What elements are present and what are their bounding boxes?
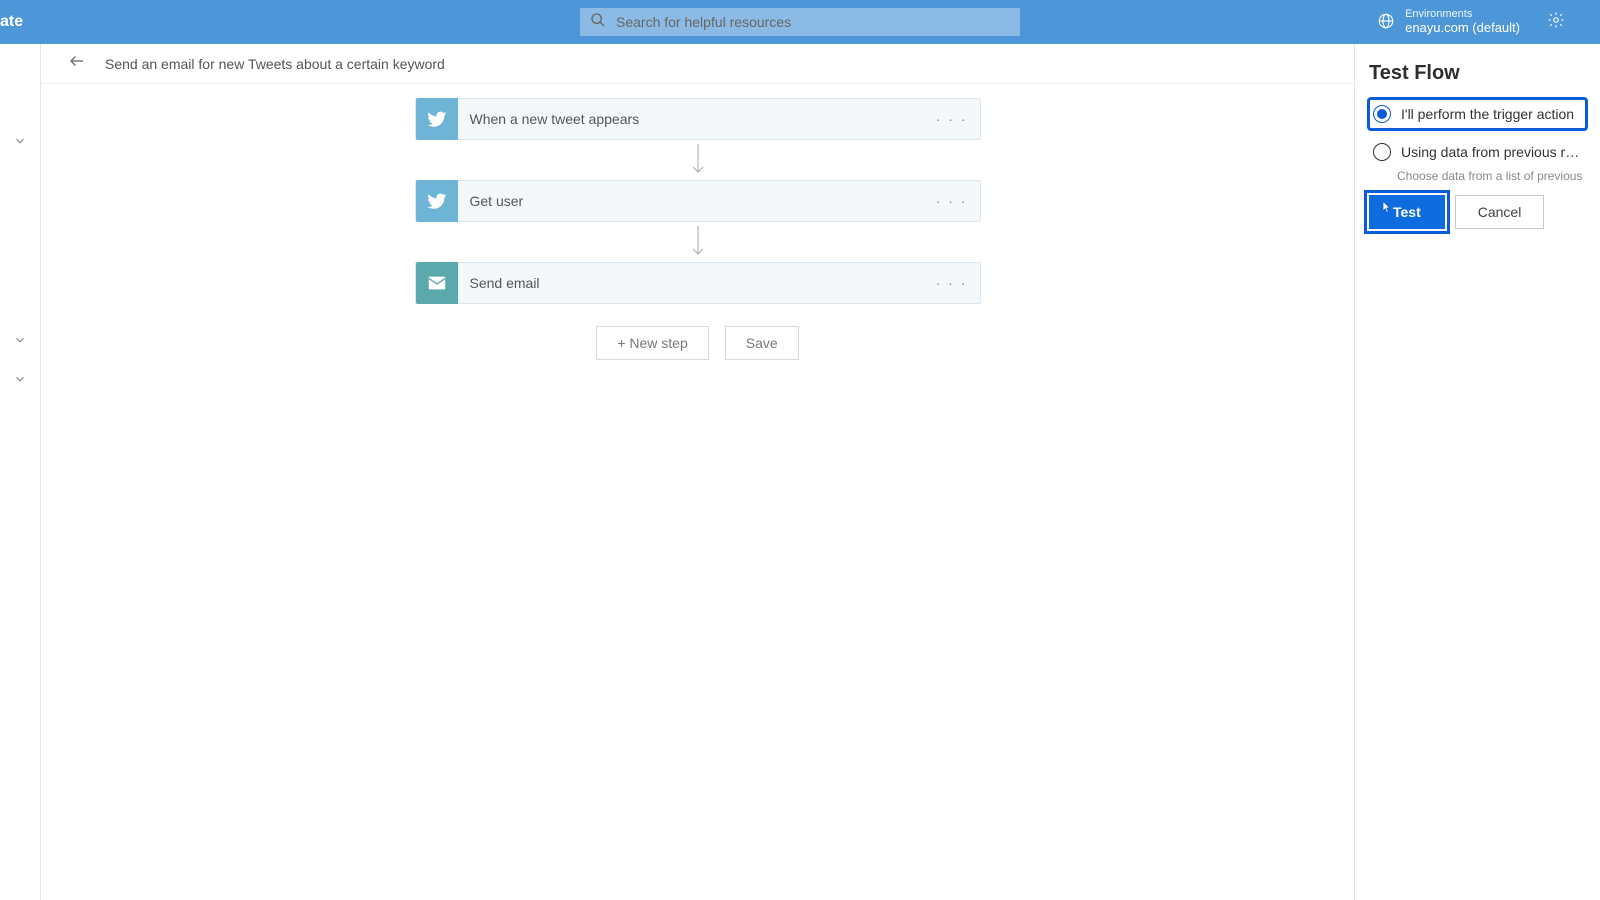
new-step-button[interactable]: + New step	[596, 326, 708, 360]
step-menu-button[interactable]: · · ·	[936, 263, 968, 303]
step-menu-button[interactable]: · · ·	[936, 99, 968, 139]
radio-previous-runs[interactable]: Using data from previous runs	[1369, 137, 1586, 167]
panel-actions: Test Cancel	[1369, 195, 1586, 229]
step-title: Get user	[470, 193, 524, 209]
cancel-button[interactable]: Cancel	[1455, 195, 1545, 229]
step-get-user[interactable]: Get user · · ·	[415, 180, 981, 222]
back-button[interactable]	[65, 52, 89, 76]
step-trigger[interactable]: When a new tweet appears · · ·	[415, 98, 981, 140]
left-nav-rail	[0, 44, 41, 900]
ellipsis-icon: · · ·	[936, 193, 968, 209]
twitter-icon	[416, 180, 458, 222]
chevron-down-icon	[13, 373, 27, 390]
chevron-down-icon	[13, 135, 27, 152]
ellipsis-icon: · · ·	[936, 111, 968, 127]
flow-title: Send an email for new Tweets about a cer…	[105, 56, 445, 72]
radio-label: Using data from previous runs	[1401, 144, 1582, 160]
top-bar: ate Environments enayu.com (default)	[0, 0, 1600, 44]
flow-arrow	[690, 222, 706, 262]
gear-icon	[1547, 11, 1565, 34]
settings-button[interactable]	[1542, 8, 1570, 36]
save-button[interactable]: Save	[725, 326, 799, 360]
arrow-left-icon	[68, 52, 86, 75]
nav-collapse-1[interactable]	[13, 134, 27, 153]
radio-icon	[1373, 143, 1391, 161]
nav-collapse-3[interactable]	[13, 372, 27, 391]
chevron-down-icon	[13, 334, 27, 351]
radio-sublabel: Choose data from a list of previous runs	[1397, 169, 1586, 183]
test-flow-panel: Test Flow I'll perform the trigger actio…	[1354, 44, 1600, 900]
environment-name: enayu.com (default)	[1405, 20, 1520, 36]
app-title-fragment: ate	[0, 13, 40, 31]
ellipsis-icon: · · ·	[936, 275, 968, 291]
flow-canvas: When a new tweet appears · · · Get user …	[41, 84, 1354, 900]
step-title: When a new tweet appears	[470, 111, 640, 127]
nav-collapse-2[interactable]	[13, 333, 27, 352]
panel-title: Test Flow	[1369, 62, 1586, 85]
radio-icon	[1373, 105, 1391, 123]
radio-label: I'll perform the trigger action	[1401, 106, 1574, 122]
canvas-actions: + New step Save	[596, 326, 798, 360]
globe-icon	[1377, 12, 1395, 33]
environment-label: Environments	[1405, 8, 1520, 20]
mail-icon	[416, 262, 458, 304]
step-send-email[interactable]: Send email · · ·	[415, 262, 981, 304]
search-box[interactable]	[580, 8, 1020, 36]
test-button[interactable]: Test	[1369, 195, 1445, 229]
step-title: Send email	[470, 275, 540, 291]
step-menu-button[interactable]: · · ·	[936, 181, 968, 221]
radio-perform-trigger[interactable]: I'll perform the trigger action	[1369, 99, 1586, 129]
test-button-label: Test	[1393, 204, 1421, 220]
environment-picker[interactable]: Environments enayu.com (default)	[1377, 8, 1520, 36]
flow-arrow	[690, 140, 706, 180]
search-icon	[590, 12, 606, 33]
twitter-icon	[416, 98, 458, 140]
search-input[interactable]	[616, 14, 1010, 30]
